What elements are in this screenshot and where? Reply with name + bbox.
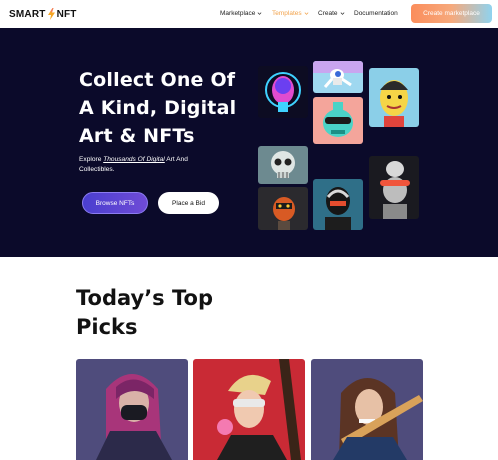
place-bid-button[interactable]: Place a Bid — [158, 192, 219, 214]
nft-astronaut-image — [313, 61, 363, 93]
top-picks-title: Today’s Top Picks — [76, 286, 213, 339]
nft-robot-glasses-image — [313, 97, 363, 144]
hero-section: Collect One Of A Kind, Digital Art & NFT… — [0, 28, 498, 257]
nav-templates-label: Templates — [272, 10, 302, 17]
hero-subtitle-highlight: Thousands Of Digital — [103, 156, 165, 163]
nav-documentation-label: Documentation — [354, 10, 398, 17]
nft-tile-yellow-character[interactable] — [369, 68, 419, 127]
nav-documentation[interactable]: Documentation — [354, 10, 398, 17]
pick-bubblegum-boy-image — [193, 359, 305, 460]
nft-dark-helmet-image — [313, 179, 363, 230]
pick-card-bubblegum-boy[interactable] — [193, 359, 305, 460]
nft-tile-neon-head[interactable] — [258, 66, 308, 118]
browse-nfts-button[interactable]: Browse NFTs — [82, 192, 148, 214]
chevron-down-icon — [257, 12, 262, 15]
logo-text-nft: NFT — [56, 8, 77, 20]
pick-card-masked-girl[interactable] — [76, 359, 188, 460]
nft-tile-skull[interactable] — [258, 146, 308, 184]
nft-tile-robot-glasses[interactable] — [313, 97, 363, 144]
nft-monkey-image — [369, 156, 419, 219]
hero-title: Collect One Of A Kind, Digital Art & NFT… — [79, 69, 237, 147]
nft-tile-monkey[interactable] — [369, 156, 419, 219]
pick-bat-girl-image — [311, 359, 423, 460]
nft-skull-image — [258, 146, 308, 184]
nft-tile-mech[interactable] — [258, 187, 308, 230]
chevron-down-icon — [304, 12, 309, 15]
chevron-down-icon — [340, 12, 344, 15]
nft-tile-astronaut[interactable] — [313, 61, 363, 93]
hero-subtitle: Explore Thousands Of Digital Art And Col… — [79, 155, 209, 175]
bolt-icon — [47, 8, 55, 20]
logo-text-smart: SMART — [9, 8, 46, 20]
create-marketplace-button[interactable]: Create marketplace — [411, 4, 492, 23]
nft-yellow-character-image — [369, 68, 419, 127]
nft-neon-head-image — [258, 66, 308, 118]
nav-marketplace-label: Marketplace — [220, 10, 256, 17]
nft-tile-dark-helmet[interactable] — [313, 179, 363, 230]
brand-logo[interactable]: SMART NFT — [9, 8, 77, 20]
nav-create-label: Create — [318, 10, 338, 17]
pick-card-bat-girl[interactable] — [311, 359, 423, 460]
nav-create[interactable]: Create — [318, 10, 345, 17]
nft-mech-image — [258, 187, 308, 230]
nav-marketplace[interactable]: Marketplace — [220, 10, 262, 17]
nav-templates[interactable]: Templates — [272, 10, 309, 17]
top-navbar: SMART NFT Marketplace Templates Create D… — [0, 0, 498, 28]
pick-masked-girl-image — [76, 359, 188, 460]
hero-subtitle-prefix: Explore — [79, 156, 104, 163]
